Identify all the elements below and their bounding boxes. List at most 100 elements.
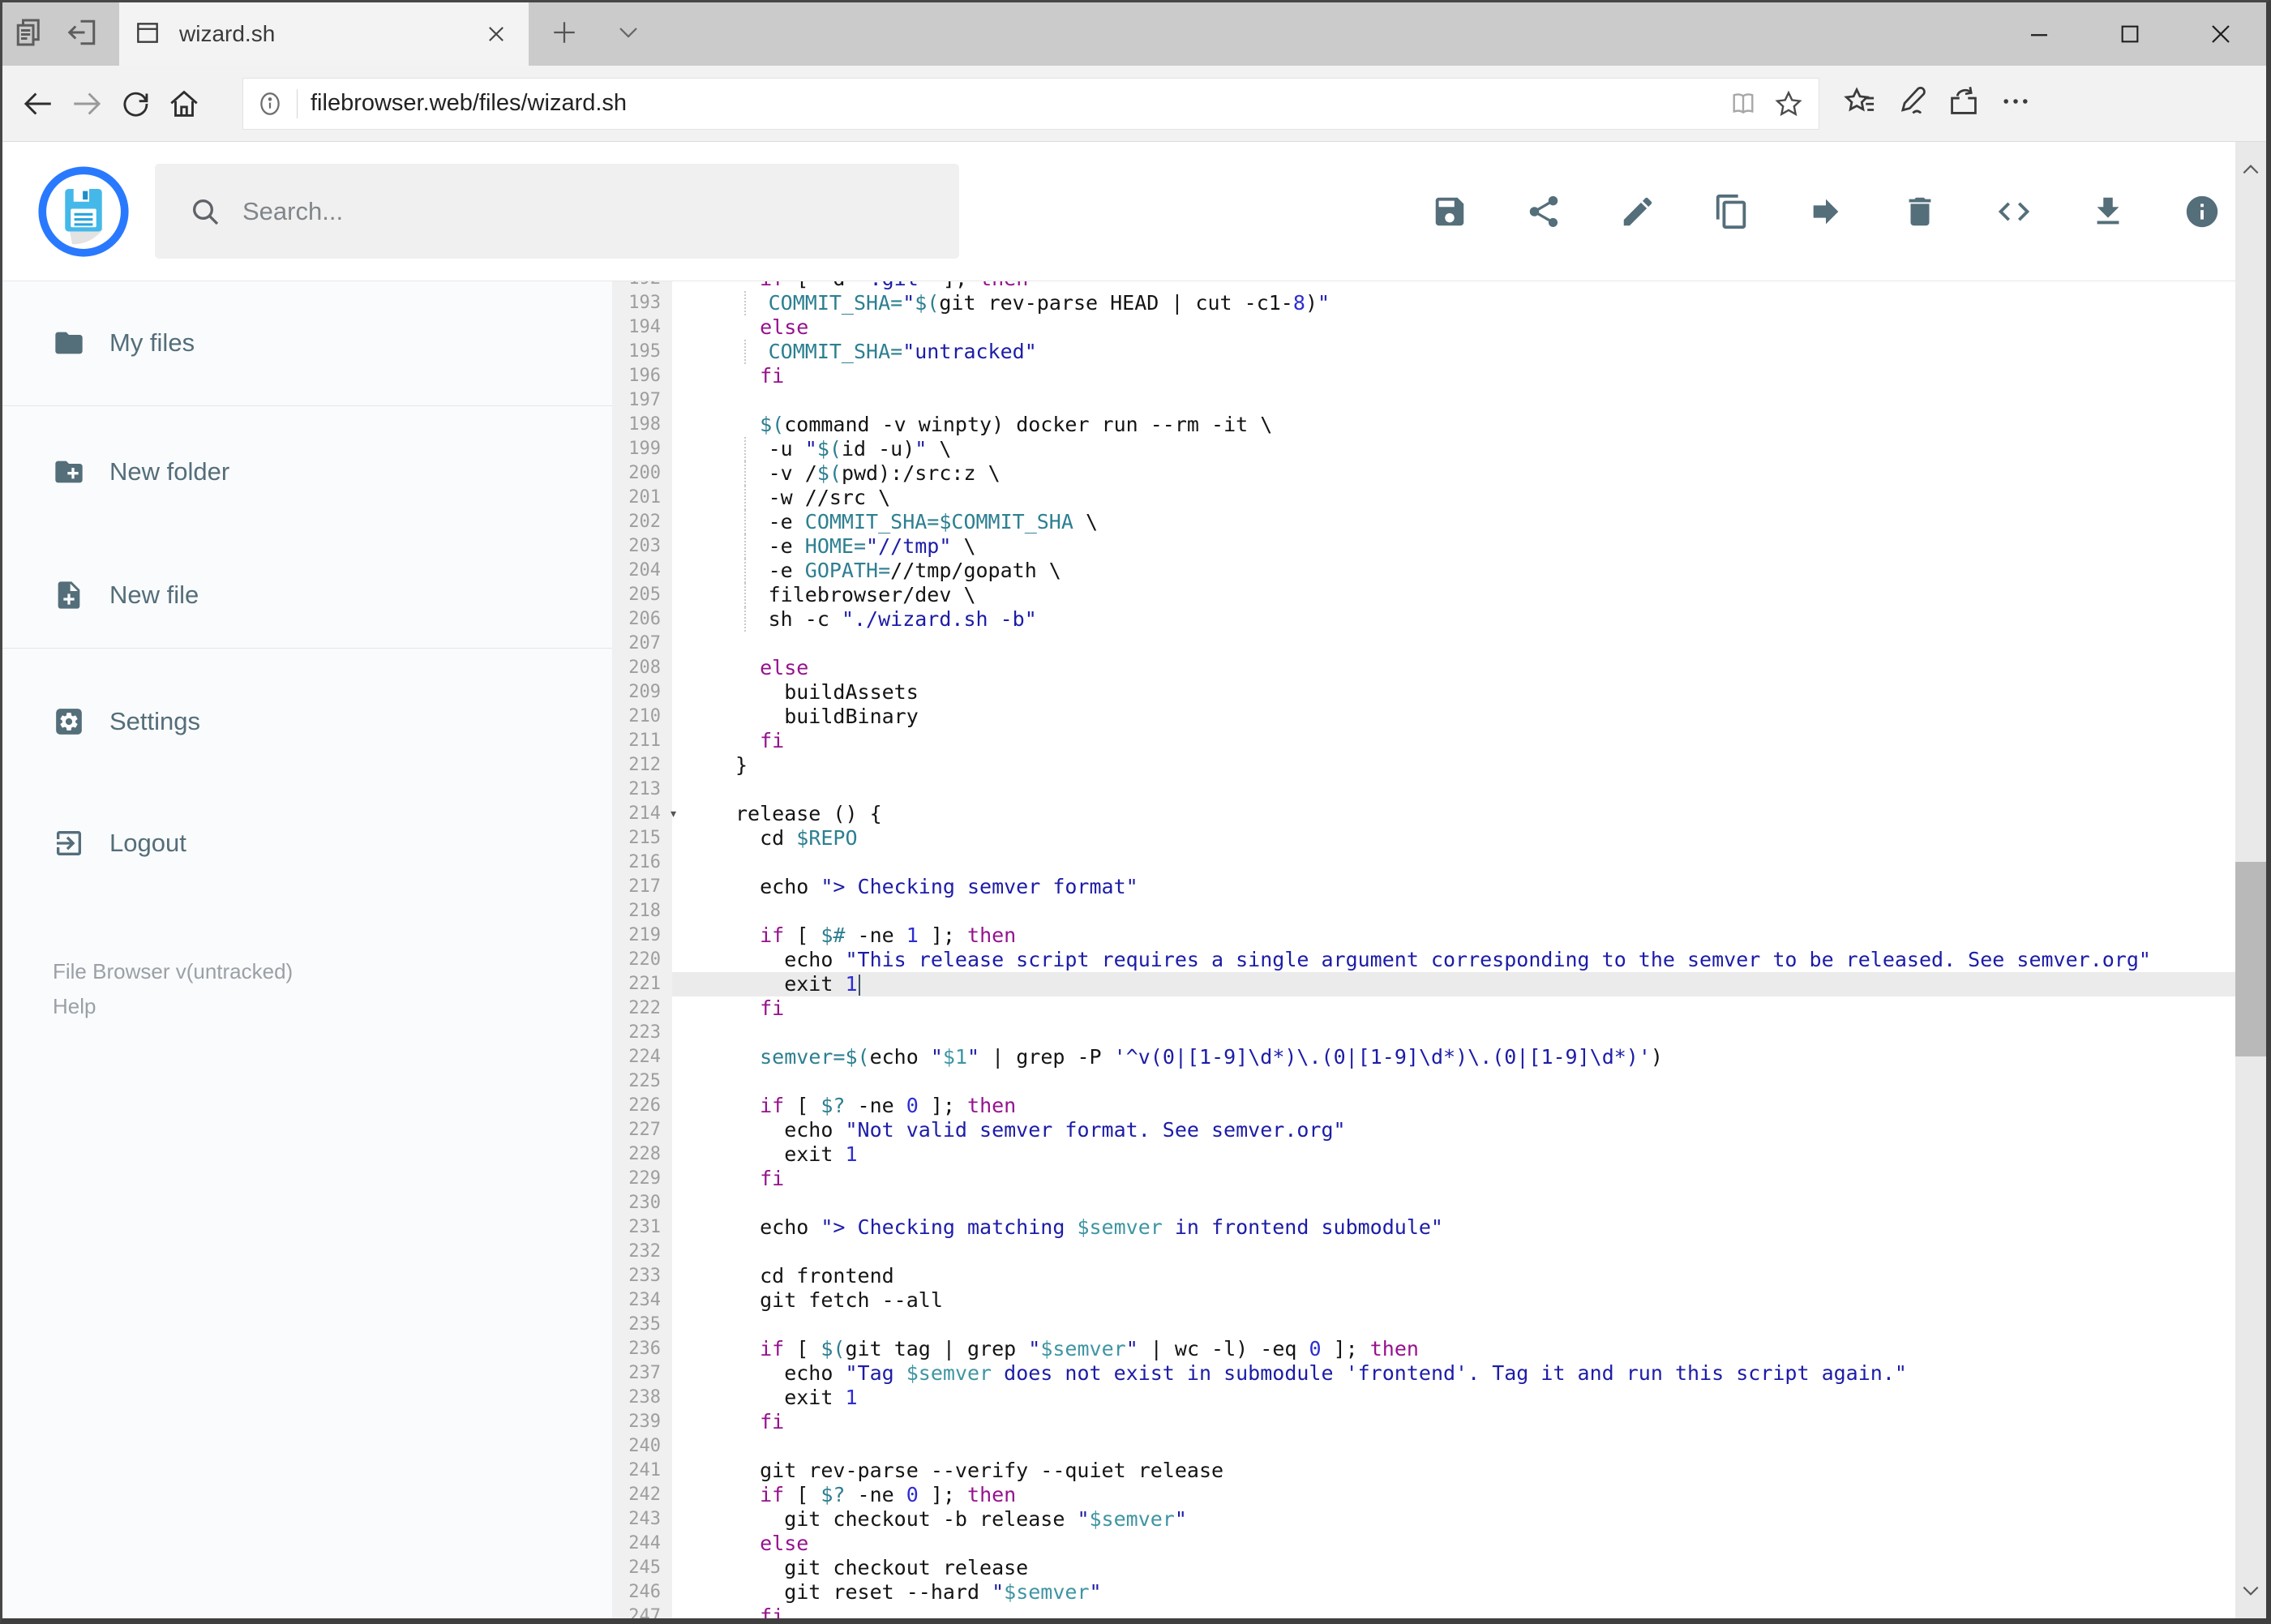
copy-button[interactable] bbox=[1713, 193, 1750, 230]
more-options-button[interactable] bbox=[1990, 75, 2042, 132]
code-line[interactable]: 218 bbox=[612, 899, 2235, 923]
code-line[interactable]: 219 if [ $# -ne 1 ]; then bbox=[612, 923, 2235, 948]
forward-button[interactable] bbox=[62, 75, 111, 132]
sidebar-item-new-file[interactable]: New file bbox=[2, 575, 612, 615]
search-box[interactable] bbox=[155, 164, 959, 259]
code-line[interactable]: 195 COMMIT_SHA="untracked" bbox=[612, 340, 2235, 364]
code-line[interactable]: 207 bbox=[612, 632, 2235, 656]
code-line[interactable]: 209 buildAssets bbox=[612, 680, 2235, 705]
download-button[interactable] bbox=[2089, 193, 2127, 230]
code-line[interactable]: 212} bbox=[612, 753, 2235, 778]
code-line[interactable]: 241 git rev-parse --verify --quiet relea… bbox=[612, 1459, 2235, 1483]
share-button[interactable] bbox=[1525, 193, 1562, 230]
tab-list-button[interactable] bbox=[600, 2, 657, 66]
code-line[interactable]: 217 echo "> Checking semver format" bbox=[612, 875, 2235, 899]
favorite-star-icon[interactable] bbox=[1773, 88, 1804, 119]
code-line[interactable]: 216 bbox=[612, 851, 2235, 875]
code-line[interactable]: 201 -w //src \ bbox=[612, 486, 2235, 510]
code-line[interactable]: 228 exit 1 bbox=[612, 1142, 2235, 1167]
close-tab-icon[interactable] bbox=[478, 16, 514, 52]
code-line[interactable]: 229 fi bbox=[612, 1167, 2235, 1191]
code-line[interactable]: 205 filebrowser/dev \ bbox=[612, 583, 2235, 607]
code-view-button[interactable] bbox=[1995, 193, 2033, 230]
reading-view-icon[interactable] bbox=[1728, 88, 1759, 119]
code-line[interactable]: 214 ▾ release () { bbox=[612, 802, 2235, 826]
code-line[interactable]: 236 if [ $(git tag | grep "$semver" | wc… bbox=[612, 1337, 2235, 1361]
tab-preview-button[interactable] bbox=[2, 2, 56, 66]
code-line[interactable]: 203 -e HOME="//tmp" \ bbox=[612, 534, 2235, 559]
code-line[interactable]: 227 echo "Not valid semver format. See s… bbox=[612, 1118, 2235, 1142]
code-line[interactable]: 225 bbox=[612, 1069, 2235, 1094]
code-line[interactable]: 215 cd $REPO bbox=[612, 826, 2235, 851]
code-line[interactable]: 233 cd frontend bbox=[612, 1264, 2235, 1288]
scroll-down-button[interactable] bbox=[2235, 1568, 2266, 1613]
info-button[interactable] bbox=[2183, 193, 2221, 230]
scrollbar-thumb[interactable] bbox=[2235, 862, 2266, 1056]
sidebar-item-logout[interactable]: Logout bbox=[2, 823, 612, 863]
code-line[interactable]: 231 echo "> Checking matching $semver in… bbox=[612, 1215, 2235, 1240]
code-line[interactable]: 199 -u "$(id -u)" \ bbox=[612, 437, 2235, 461]
code-line[interactable]: 204 -e GOPATH=//tmp/gopath \ bbox=[612, 559, 2235, 583]
code-line[interactable]: 239 fi bbox=[612, 1410, 2235, 1434]
filebrowser-logo[interactable] bbox=[38, 165, 129, 257]
code-line[interactable]: 240 bbox=[612, 1434, 2235, 1459]
back-button[interactable] bbox=[14, 75, 62, 132]
code-editor[interactable]: 192 if [ -d ".git" ]; then193COMMIT_SHA=… bbox=[612, 281, 2235, 1618]
code-line[interactable]: 202 -e COMMIT_SHA=$COMMIT_SHA \ bbox=[612, 510, 2235, 534]
code-line[interactable]: 193 COMMIT_SHA="$(git rev-parse HEAD | cu… bbox=[612, 291, 2235, 315]
url-text[interactable]: filebrowser.web/files/wizard.sh bbox=[311, 90, 1728, 117]
code-line[interactable]: 237 echo "Tag $semver does not exist in … bbox=[612, 1361, 2235, 1386]
code-line[interactable]: 198 $(command -v winpty) docker run --rm… bbox=[612, 413, 2235, 437]
rename-button[interactable] bbox=[1619, 193, 1656, 230]
code-line[interactable]: 194 else bbox=[612, 315, 2235, 340]
code-line[interactable]: 200 -v /$(pwd):/src:z \ bbox=[612, 461, 2235, 486]
home-button[interactable] bbox=[160, 75, 208, 132]
code-line[interactable]: 192 if [ -d ".git" ]; then bbox=[612, 281, 2235, 291]
code-line[interactable]: 208 else bbox=[612, 656, 2235, 680]
code-line[interactable]: 196 fi bbox=[612, 364, 2235, 388]
code-line[interactable]: 238 exit 1 bbox=[612, 1386, 2235, 1410]
code-line[interactable]: 220 echo "This release script requires a… bbox=[612, 948, 2235, 972]
browser-tab[interactable]: wizard.sh bbox=[119, 2, 529, 66]
set-tabs-aside-button[interactable] bbox=[56, 2, 109, 66]
address-bar[interactable]: filebrowser.web/files/wizard.sh bbox=[242, 77, 1819, 130]
close-window-button[interactable] bbox=[2175, 2, 2266, 66]
new-tab-button[interactable] bbox=[529, 2, 600, 66]
sidebar-item-my-files[interactable]: My files bbox=[2, 323, 612, 363]
maximize-button[interactable] bbox=[2085, 2, 2175, 66]
delete-button[interactable] bbox=[1901, 193, 1939, 230]
code-line[interactable]: 242 if [ $? -ne 0 ]; then bbox=[612, 1483, 2235, 1507]
move-button[interactable] bbox=[1807, 193, 1845, 230]
code-line[interactable]: 213 bbox=[612, 778, 2235, 802]
code-line[interactable]: 243 git checkout -b release "$semver" bbox=[612, 1507, 2235, 1532]
search-input[interactable] bbox=[242, 196, 959, 226]
minimize-button[interactable] bbox=[1994, 2, 2085, 66]
code-line[interactable]: 230 bbox=[612, 1191, 2235, 1215]
code-line[interactable]: 211 fi bbox=[612, 729, 2235, 753]
refresh-button[interactable] bbox=[111, 75, 160, 132]
save-button[interactable] bbox=[1431, 193, 1468, 230]
code-line[interactable]: 223 bbox=[612, 1021, 2235, 1045]
code-line[interactable]: 197 bbox=[612, 388, 2235, 413]
code-line[interactable]: 222 fi bbox=[612, 996, 2235, 1021]
code-line[interactable]: 244 else bbox=[612, 1532, 2235, 1556]
code-line[interactable]: 234 git fetch --all bbox=[612, 1288, 2235, 1313]
help-link[interactable]: Help bbox=[53, 994, 612, 1019]
code-line[interactable]: 224 semver=$(echo "$1" | grep -P '^v(0|[… bbox=[612, 1045, 2235, 1069]
code-line[interactable]: 245 git checkout release bbox=[612, 1556, 2235, 1580]
scroll-up-button[interactable] bbox=[2235, 147, 2266, 192]
sidebar-item-new-folder[interactable]: New folder bbox=[2, 452, 612, 492]
code-line[interactable]: 221 exit 1 bbox=[612, 972, 2235, 996]
favorites-hub-button[interactable] bbox=[1834, 75, 1886, 132]
code-line[interactable]: 235 bbox=[612, 1313, 2235, 1337]
scrollbar[interactable] bbox=[2235, 142, 2266, 1618]
share-browser-button[interactable] bbox=[1938, 75, 1990, 132]
code-line[interactable]: 247 fi bbox=[612, 1605, 2235, 1618]
fold-marker-icon[interactable]: ▾ bbox=[669, 802, 678, 826]
ink-notes-button[interactable] bbox=[1886, 75, 1938, 132]
code-line[interactable]: 210 buildBinary bbox=[612, 705, 2235, 729]
site-info-icon[interactable] bbox=[256, 90, 284, 118]
code-line[interactable]: 246 git reset --hard "$semver" bbox=[612, 1580, 2235, 1605]
code-line[interactable]: 232 bbox=[612, 1240, 2235, 1264]
sidebar-item-settings[interactable]: Settings bbox=[2, 701, 612, 742]
